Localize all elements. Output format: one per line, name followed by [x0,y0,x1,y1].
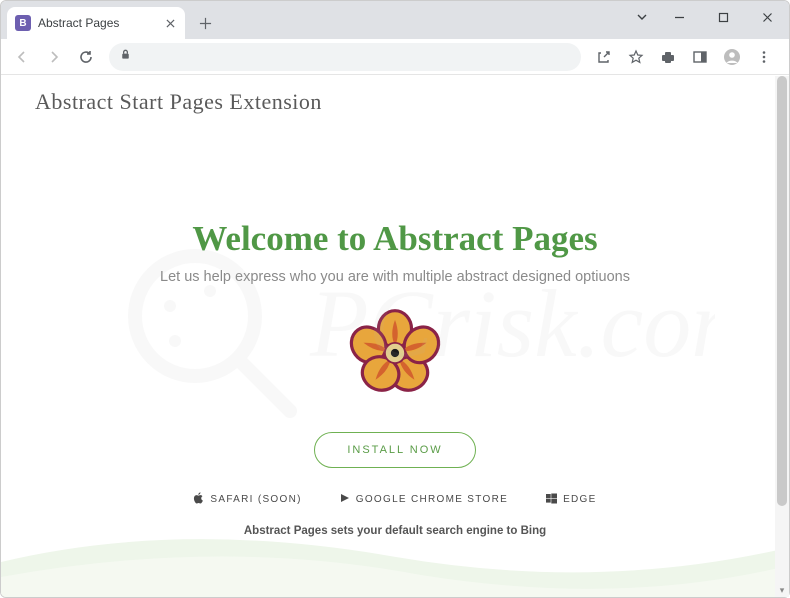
favicon: B [15,15,31,31]
browser-window: B Abstract Pages [0,0,790,598]
forward-button[interactable] [39,42,69,72]
close-window-button[interactable] [745,2,789,32]
browser-tab[interactable]: B Abstract Pages [7,7,185,39]
side-panel-button[interactable] [685,42,715,72]
toolbar-right [589,42,783,72]
safari-link[interactable]: SAFARI (SOON) [193,492,301,507]
page-content: PCrisk.com Abstract Start Pages Extensio… [1,75,789,597]
hero-title: Welcome to Abstract Pages [1,219,789,259]
safari-link-label: SAFARI (SOON) [210,494,301,505]
new-tab-button[interactable] [191,9,219,37]
footnote: Abstract Pages sets your default search … [1,525,789,537]
install-button[interactable]: INSTALL NOW [314,432,475,468]
chrome-store-link[interactable]: GOOGLE CHROME STORE [340,492,508,507]
menu-button[interactable] [749,42,779,72]
scrollbar-down-arrow[interactable]: ▾ [775,583,789,597]
tab-search-button[interactable] [627,3,657,31]
play-icon [340,493,350,506]
bookmark-button[interactable] [621,42,651,72]
close-tab-button[interactable] [163,16,177,30]
hills-decoration [1,527,789,597]
vertical-scrollbar[interactable]: ▾ [775,76,789,597]
apple-icon [193,492,204,507]
page-title: Abstract Start Pages Extension [1,75,789,129]
chrome-store-link-label: GOOGLE CHROME STORE [356,494,508,505]
edge-link-label: EDGE [563,494,597,505]
maximize-button[interactable] [701,2,745,32]
address-bar[interactable] [109,43,581,71]
share-button[interactable] [589,42,619,72]
back-button[interactable] [7,42,37,72]
windows-icon [546,493,557,507]
tab-title: Abstract Pages [38,16,156,30]
extensions-button[interactable] [653,42,683,72]
flower-illustration [1,307,789,404]
browser-toolbar [1,39,789,75]
hero-section: Welcome to Abstract Pages Let us help ex… [1,129,789,537]
minimize-button[interactable] [657,2,701,32]
tab-strip: B Abstract Pages [1,1,789,39]
scrollbar-thumb[interactable] [777,76,787,506]
edge-link[interactable]: EDGE [546,492,597,507]
profile-button[interactable] [717,42,747,72]
window-controls [627,1,789,33]
hero-subtitle: Let us help express who you are with mul… [1,269,789,285]
platform-links: SAFARI (SOON) GOOGLE CHROME STORE EDGE [1,492,789,507]
lock-icon [119,48,132,66]
reload-button[interactable] [71,42,101,72]
